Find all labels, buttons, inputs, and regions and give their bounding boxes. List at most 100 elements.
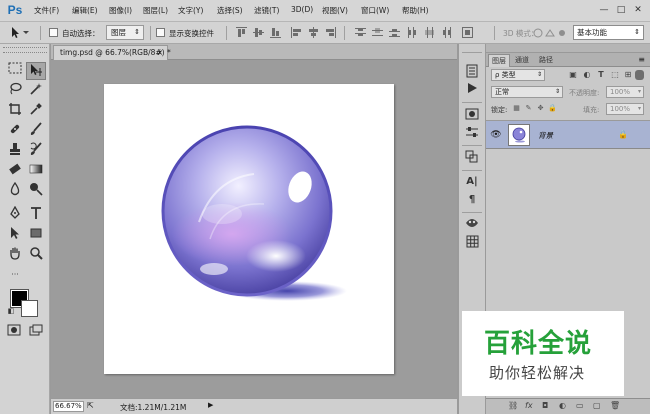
more-tools-icon[interactable]: ··· <box>5 266 25 284</box>
quick-mask-icon[interactable] <box>4 324 24 342</box>
link-layers-icon[interactable]: ⛓ <box>508 401 518 410</box>
menu-filter[interactable]: 滤镜(T) <box>254 5 279 16</box>
document-tab[interactable]: timg.psd @ 66.7%(RGB/8#) * × <box>53 45 171 60</box>
panel-grip[interactable] <box>3 47 47 53</box>
crop-tool-icon[interactable] <box>5 102 25 120</box>
workspace-switcher[interactable]: 基本功能 ⇕ <box>573 25 644 40</box>
gradient-tool-icon[interactable] <box>26 162 46 180</box>
actions-panel-icon[interactable] <box>463 82 481 98</box>
align-hcenter-icon[interactable] <box>308 27 319 38</box>
align-right-icon[interactable] <box>325 27 336 38</box>
zoom-field[interactable]: 66.67% <box>53 401 84 412</box>
menu-select[interactable]: 选择(S) <box>217 5 243 16</box>
delete-layer-icon[interactable]: 🗑 <box>610 401 620 410</box>
background-color-swatch[interactable] <box>21 300 38 317</box>
lock-position-icon[interactable]: ✥ <box>536 104 545 113</box>
default-colors-icon[interactable]: ◧ <box>6 306 16 316</box>
blur-tool-icon[interactable] <box>5 181 25 200</box>
new-layer-icon[interactable]: ▢ <box>593 401 601 410</box>
tab-channels[interactable]: 通道 <box>512 54 532 67</box>
auto-select-dropdown[interactable]: 图层 ⇕ <box>106 25 144 40</box>
distribute-bottom-icon[interactable] <box>389 27 400 38</box>
new-adjustment-icon[interactable]: ◐ <box>559 401 566 410</box>
menu-layer[interactable]: 图层(L) <box>143 5 168 16</box>
opacity-field[interactable]: 100% ▾ <box>606 86 644 98</box>
menu-edit[interactable]: 编辑(E) <box>72 5 98 16</box>
align-bottom-icon[interactable] <box>270 27 281 38</box>
visibility-eye-icon[interactable]: 👁 <box>489 130 503 140</box>
pen-tool-icon[interactable] <box>5 205 25 224</box>
align-left-icon[interactable] <box>291 27 302 38</box>
lasso-tool-icon[interactable] <box>5 82 25 100</box>
healing-brush-tool-icon[interactable] <box>5 122 25 140</box>
grid-panel-icon[interactable] <box>463 235 481 251</box>
distribute-hcenter-icon[interactable] <box>424 27 435 38</box>
tab-layers[interactable]: 图层 <box>488 54 510 67</box>
align-vcenter-icon[interactable] <box>253 27 264 38</box>
filter-smart-object-icon[interactable]: ⊞ <box>623 70 633 80</box>
distribute-left-icon[interactable] <box>407 27 418 38</box>
eyedropper-tool-icon[interactable] <box>26 102 46 120</box>
zoom-tool-icon[interactable] <box>26 246 46 264</box>
lock-all-icon[interactable]: 🔒 <box>548 104 557 113</box>
menu-help[interactable]: 帮助(H) <box>402 5 429 16</box>
eraser-tool-icon[interactable] <box>5 162 25 180</box>
magic-wand-tool-icon[interactable] <box>26 82 46 100</box>
add-mask-icon[interactable]: ◘ <box>542 401 548 410</box>
status-menu-arrow-icon[interactable]: ▶ <box>208 401 213 409</box>
menu-3d[interactable]: 3D(D) <box>291 5 313 14</box>
show-transform-checkbox[interactable] <box>156 28 165 37</box>
panel-menu-icon[interactable]: ≡ <box>638 55 645 64</box>
share-icon[interactable]: ⇱ <box>87 401 97 411</box>
dodge-tool-icon[interactable] <box>26 182 46 200</box>
history-panel-icon[interactable] <box>463 64 481 80</box>
auto-align-layers-icon[interactable] <box>462 27 473 38</box>
filter-adjustment-icon[interactable]: ◐ <box>582 70 592 80</box>
layer-row[interactable]: 👁 背景 🔒 <box>486 121 650 149</box>
align-top-icon[interactable] <box>236 27 247 38</box>
menu-type[interactable]: 文字(Y) <box>178 5 203 16</box>
auto-select-checkbox[interactable] <box>49 28 58 37</box>
blend-mode-dropdown[interactable]: 正常 ⇕ <box>491 86 563 98</box>
shape-tool-icon[interactable] <box>26 226 46 244</box>
filter-pixel-icon[interactable]: ▣ <box>568 70 578 80</box>
marquee-tool-icon[interactable] <box>5 62 25 80</box>
menu-view[interactable]: 视图(V) <box>322 5 348 16</box>
layer-filter-dropdown[interactable]: ρ 类型 ⇕ <box>491 69 545 81</box>
maximize-button[interactable]: □ <box>613 3 629 17</box>
filter-toggle[interactable] <box>635 70 644 80</box>
distribute-top-icon[interactable] <box>355 27 366 38</box>
minimize-button[interactable]: — <box>596 3 612 17</box>
swatches-panel-icon[interactable] <box>463 217 481 233</box>
type-tool-icon[interactable] <box>26 206 46 224</box>
fx-icon[interactable]: fx <box>525 401 533 410</box>
filter-shape-icon[interactable]: ⬚ <box>610 70 620 80</box>
filter-type-icon[interactable]: T <box>596 70 606 80</box>
clone-stamp-tool-icon[interactable] <box>5 142 25 160</box>
adjustments-panel-icon[interactable] <box>463 107 481 123</box>
close-button[interactable]: ✕ <box>630 3 646 17</box>
distribute-vcenter-icon[interactable] <box>372 27 383 38</box>
menu-file[interactable]: 文件(F) <box>34 5 59 16</box>
move-tool-icon[interactable] <box>26 62 46 80</box>
tab-paths[interactable]: 路径 <box>536 54 556 67</box>
distribute-right-icon[interactable] <box>441 27 452 38</box>
screen-mode-icon[interactable] <box>26 324 46 342</box>
character-panel-icon[interactable]: A| <box>463 174 481 190</box>
3d-tools-icon[interactable] <box>533 27 571 39</box>
lock-transparent-icon[interactable]: ▦ <box>512 104 521 113</box>
menu-window[interactable]: 窗口(W) <box>361 5 389 16</box>
lock-pixels-icon[interactable]: ✎ <box>524 104 533 113</box>
path-selection-tool-icon[interactable] <box>5 226 25 244</box>
history-brush-tool-icon[interactable] <box>26 142 46 160</box>
clone-source-panel-icon[interactable] <box>463 150 481 166</box>
tool-preset-picker[interactable] <box>8 25 34 40</box>
paragraph-panel-icon[interactable]: ¶ <box>463 192 481 208</box>
new-group-icon[interactable]: ▭ <box>576 401 584 410</box>
hand-tool-icon[interactable] <box>5 246 25 264</box>
close-tab-icon[interactable]: × <box>157 46 163 59</box>
document-canvas[interactable] <box>104 84 394 374</box>
brush-tool-icon[interactable] <box>26 122 46 140</box>
menu-image[interactable]: 图像(I) <box>109 5 132 16</box>
properties-panel-icon[interactable] <box>463 125 481 141</box>
